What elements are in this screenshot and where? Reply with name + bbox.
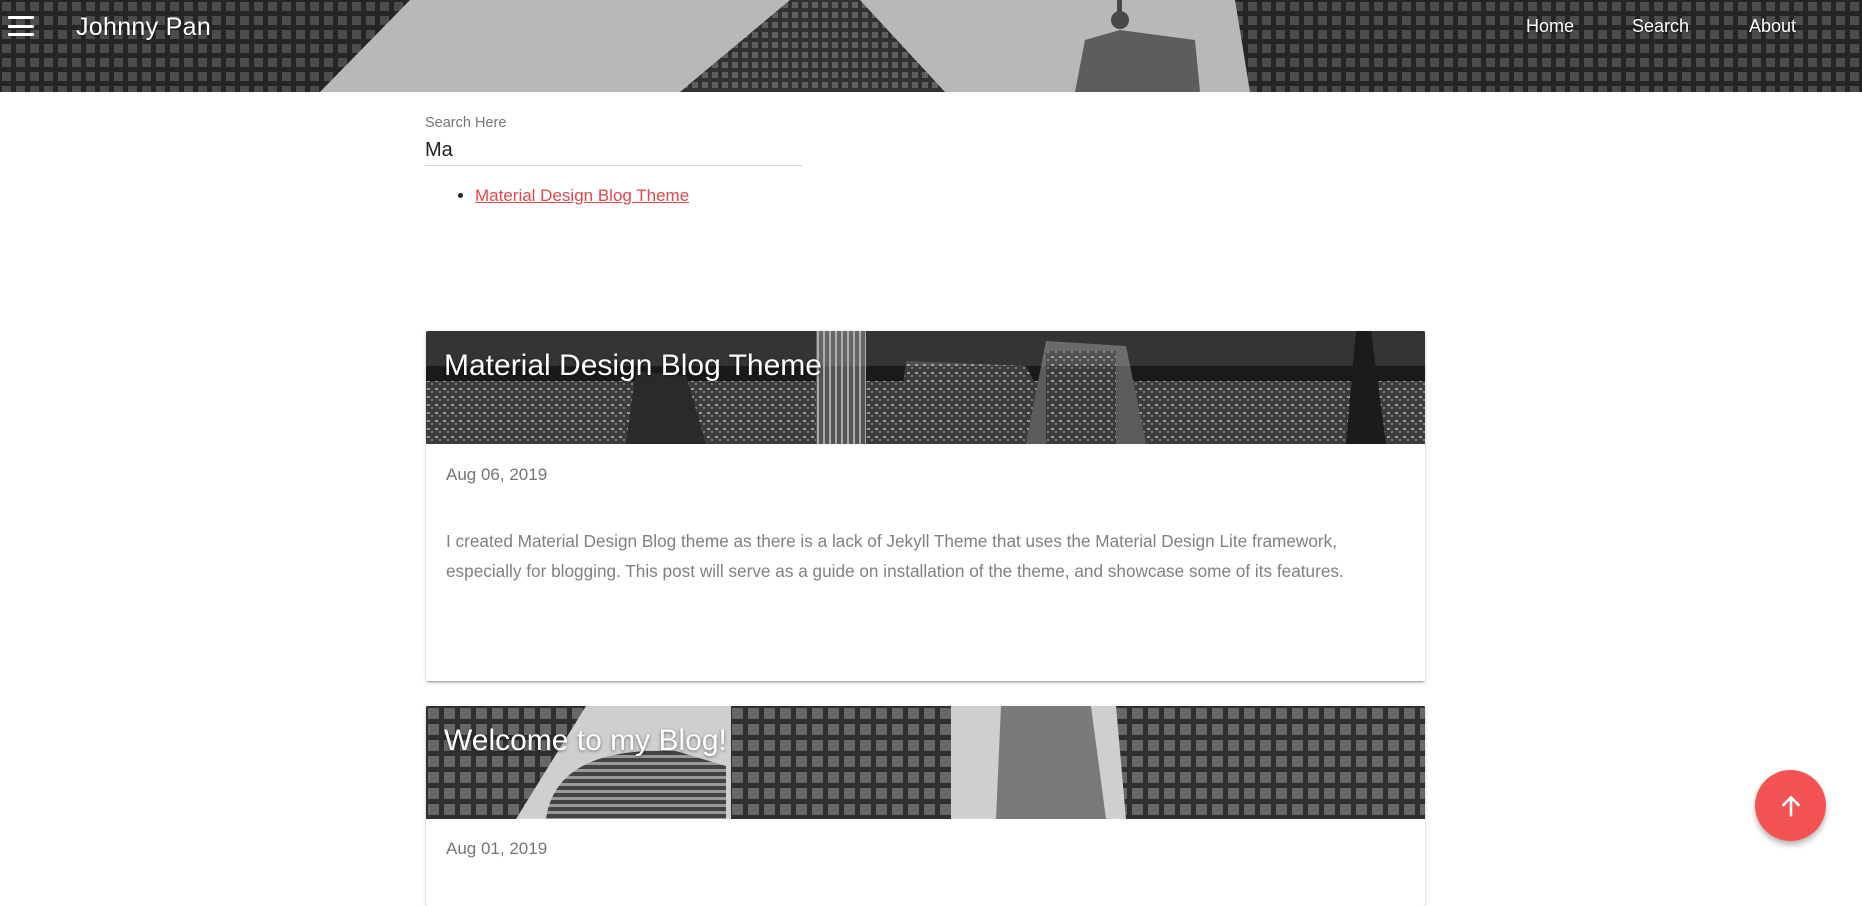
post-card: Material Design Blog Theme Aug 06, 2019 … bbox=[426, 331, 1425, 681]
nav-about-link[interactable]: About bbox=[1749, 16, 1796, 37]
search-input[interactable] bbox=[425, 135, 802, 166]
header-background-image bbox=[0, 0, 1862, 92]
post-title[interactable]: Material Design Blog Theme bbox=[444, 349, 822, 383]
nav-home-link[interactable]: Home bbox=[1526, 16, 1574, 37]
search-result-link[interactable]: Material Design Blog Theme bbox=[475, 186, 689, 205]
search-results-list: Material Design Blog Theme bbox=[425, 186, 689, 206]
arrow-up-icon bbox=[1781, 795, 1800, 816]
post-cover-image bbox=[426, 706, 1425, 819]
post-title[interactable]: Welcome to my Blog! bbox=[444, 724, 727, 758]
search-result-item: Material Design Blog Theme bbox=[475, 186, 689, 206]
nav-search-link[interactable]: Search bbox=[1632, 16, 1689, 37]
post-card-title-area[interactable]: Welcome to my Blog! bbox=[426, 706, 1425, 819]
site-title[interactable]: Johnny Pan bbox=[76, 13, 211, 42]
post-cover-image bbox=[426, 331, 1425, 444]
menu-bar bbox=[8, 24, 34, 28]
post-card-title-area[interactable]: Material Design Blog Theme bbox=[426, 331, 1425, 444]
post-excerpt: I created Material Design Blog theme as … bbox=[446, 531, 1344, 581]
back-to-top-button[interactable] bbox=[1755, 770, 1826, 841]
search-label: Search Here bbox=[425, 115, 507, 131]
hamburger-menu-icon[interactable] bbox=[8, 14, 34, 38]
menu-bar bbox=[8, 33, 34, 36]
menu-bar bbox=[8, 16, 34, 19]
site-header: Johnny Pan Home Search About bbox=[0, 0, 1862, 92]
post-date: Aug 06, 2019 bbox=[446, 465, 548, 484]
post-card: Welcome to my Blog! Aug 01, 2019 bbox=[426, 706, 1425, 906]
post-date: Aug 01, 2019 bbox=[446, 839, 548, 858]
